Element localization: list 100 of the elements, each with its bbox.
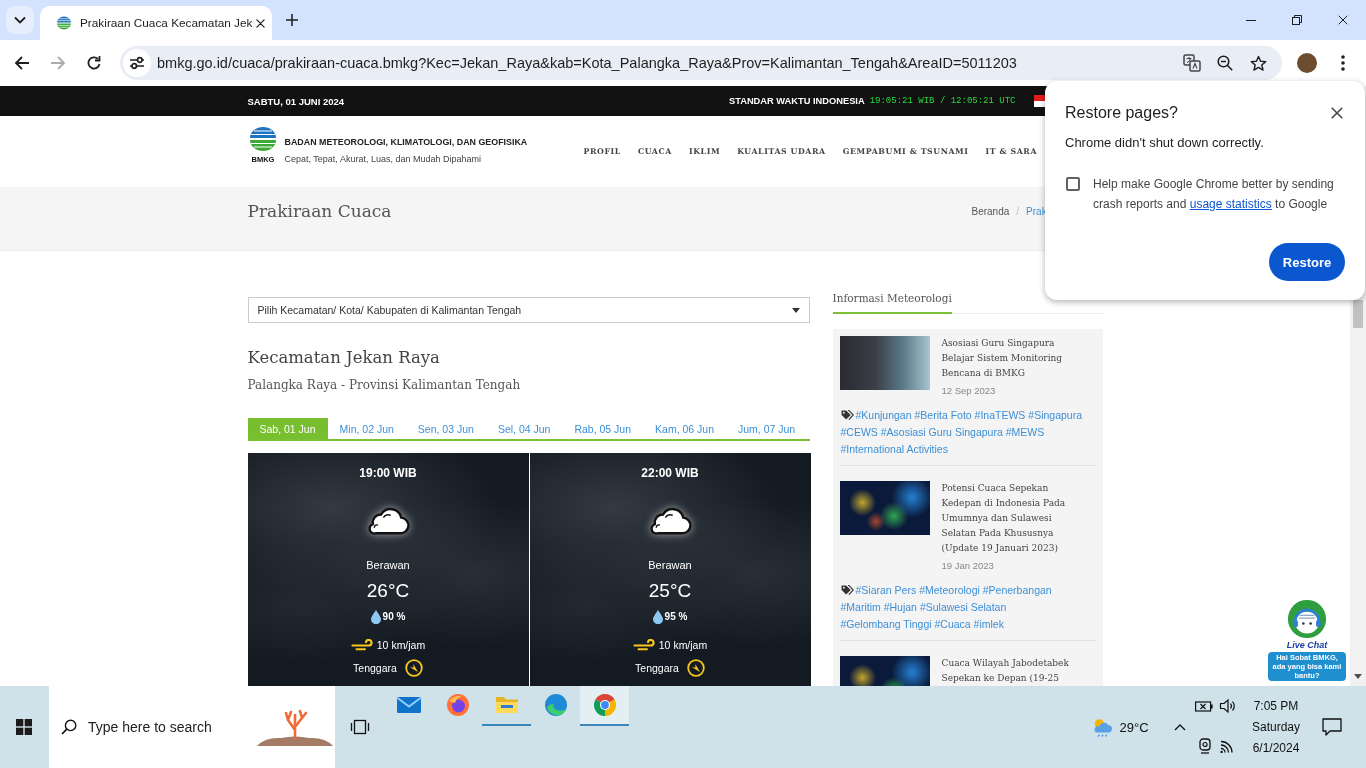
org-name: BADAN METEOROLOGI, KLIMATOLOGI, DAN GEOFISIKA	[284, 136, 528, 149]
dialog-title: Restore pages?	[1065, 104, 1178, 122]
translate-icon	[1183, 54, 1201, 72]
close-icon	[1331, 107, 1343, 119]
breadcrumb-separator: /	[1016, 205, 1020, 217]
day-tab[interactable]: Sel, 04 Jun	[485, 418, 563, 439]
humidity-value: 90 %	[382, 610, 406, 624]
day-tab[interactable]: Jum, 07 Jun	[726, 418, 808, 439]
windows-logo-icon	[16, 719, 32, 735]
firefox-icon	[445, 693, 470, 717]
wind-icon	[350, 639, 375, 651]
location-select[interactable]: Pilih Kecamatan/ Kota/ Kabupaten di Kalimantan Tengah	[247, 297, 810, 323]
section-heading: Informasi Meteorologi	[832, 291, 952, 314]
browser-tab[interactable]: Prakiraan Cuaca Kecamatan Jek	[40, 6, 272, 40]
tag-link[interactable]: #Siaran Pers	[855, 584, 917, 596]
tag-link[interactable]: #Maritim	[840, 601, 881, 613]
page-title: Prakiraan Cuaca	[247, 200, 393, 223]
tag-link[interactable]: #Gelombang Tinggi	[840, 618, 932, 630]
current-date: SABTU, 01 JUNI 2024	[247, 95, 345, 107]
day-tab[interactable]: Rab, 05 Jun	[562, 418, 644, 439]
mail-icon	[395, 695, 422, 715]
tab-search-button[interactable]	[6, 6, 34, 34]
breadcrumb-link[interactable]: Beranda	[971, 205, 1010, 217]
tag-link[interactable]: #imlek	[973, 618, 1004, 630]
wind-icon	[632, 639, 657, 651]
consent-text: Help make Google Chrome better by sending crash reports and usage statistics to Google	[1093, 176, 1335, 213]
tag-link[interactable]: #InaTEWS	[974, 409, 1026, 421]
taskbar-app-button[interactable]	[580, 686, 629, 726]
tag-link[interactable]: #International Activities	[840, 443, 948, 455]
profile-button[interactable]	[1297, 53, 1317, 73]
tune-icon	[129, 56, 145, 70]
news-title-link[interactable]: Cuaca Wilayah Jabodetabek Sepekan ke Depan (19-25	[941, 656, 1087, 686]
news-title-link[interactable]: Potensi Cuaca Sepekan Kedepan di Indonesia Pada Umumnya dan Sulawesi Selatan Pada Khususnya (Update 19 Januari 2023)	[941, 481, 1087, 556]
wifi-icon	[1219, 739, 1236, 753]
chrome-icon	[592, 693, 617, 717]
coral-icon	[255, 707, 335, 747]
weather-button[interactable]: 29°C	[1084, 686, 1156, 768]
raindrop-icon	[370, 610, 381, 624]
chevron-up-icon	[1174, 723, 1186, 731]
region-subtitle: Palangka Raya - Provinsi Kalimantan Tengah	[247, 377, 522, 393]
folder-icon	[494, 695, 519, 715]
tag-link[interactable]: #MEWS	[1005, 426, 1045, 438]
tag-link[interactable]: #Meteorologi	[919, 584, 980, 596]
zoom-out-icon	[1217, 55, 1233, 71]
tag-link[interactable]: #Hujan	[883, 601, 917, 613]
tag-link[interactable]: #Asosiasi Guru Singapura	[880, 426, 1003, 438]
forecast-time: 22:00 WIB	[641, 465, 699, 481]
day-tab[interactable]: Min, 02 Jun	[327, 418, 406, 439]
day-tab[interactable]: Sab, 01 Jun	[247, 418, 328, 439]
dialog-close-button[interactable]	[1329, 105, 1345, 121]
news-date: 12 Sep 2023	[941, 385, 997, 397]
weather-condition: Berawan	[648, 558, 692, 572]
tag-link[interactable]: #Cuaca	[934, 618, 971, 630]
scrollbar-thumb[interactable]	[1353, 300, 1363, 328]
consent-checkbox[interactable]	[1066, 177, 1080, 191]
address-bar[interactable]: bmkg.go.id/cuaca/prakiraan-cuaca.bmkg?Kec=Jekan_Raya&kab=Kota_Palangka_Raya&Prov=Kalimantan_Tengah&AreaID=5011203	[120, 46, 1282, 80]
caret-icon	[791, 307, 800, 313]
day-tab[interactable]: Kam, 06 Jun	[643, 418, 726, 439]
wind-speed: 10 km/jam	[658, 638, 708, 652]
raindrop-icon	[652, 610, 663, 624]
restore-button[interactable]: Restore	[1269, 243, 1345, 281]
news-title-link[interactable]: Asosiasi Guru Singapura Belajar Sistem Monitoring Bencana di BMKG	[941, 336, 1087, 381]
humidity-value: 95 %	[664, 610, 688, 624]
kebab-menu-icon	[1341, 55, 1345, 71]
usage-statistics-link[interactable]: usage statistics	[1189, 197, 1272, 211]
site-info-button[interactable]	[123, 49, 151, 77]
tag-link[interactable]: #Sulawesi Selatan	[919, 601, 1007, 613]
avatar-icon	[1297, 53, 1317, 73]
forecast-time: 19:00 WIB	[359, 465, 417, 481]
edge-icon	[543, 693, 568, 717]
back-arrow-icon	[14, 55, 30, 71]
minimize-icon	[1246, 19, 1256, 21]
scroll-down-icon	[1354, 674, 1362, 679]
day-tab[interactable]: Sen, 03 Jun	[405, 418, 486, 439]
tag-link[interactable]: #Singapura	[1028, 409, 1083, 421]
task-view-icon	[350, 719, 370, 735]
tag-link[interactable]: #Kunjungan	[855, 409, 912, 421]
news-date: 19 Jan 2023	[941, 560, 995, 572]
district-heading: Kecamatan Jekan Raya	[247, 347, 441, 369]
tag-icon	[840, 585, 854, 595]
wind-speed: 10 km/jam	[376, 638, 426, 652]
compass-icon	[686, 659, 705, 677]
photo-placeholder[interactable]	[839, 336, 930, 390]
clock-button[interactable]: 7:05 PM Saturday 6/1/2024	[1243, 686, 1309, 768]
webcam-icon	[1197, 738, 1212, 754]
site-favicon-icon	[56, 16, 72, 30]
search-icon	[61, 719, 77, 735]
plus-icon	[286, 14, 298, 26]
mascot-icon	[1287, 599, 1327, 639]
search-field[interactable]: Type here to search	[49, 686, 335, 768]
temperature: 26°C	[366, 580, 410, 602]
battery-icon	[1194, 699, 1215, 713]
weather-condition: Berawan	[366, 558, 410, 572]
tag-link[interactable]: #Berita Foto	[914, 409, 972, 421]
compass-icon	[404, 659, 423, 677]
star-icon	[1249, 54, 1267, 72]
time-label: STANDAR WAKTU INDONESIA	[729, 96, 865, 106]
map-placeholder[interactable]	[839, 481, 930, 535]
tag-link[interactable]: #Penerbangan	[982, 584, 1052, 596]
tag-link[interactable]: #CEWS	[840, 426, 878, 438]
